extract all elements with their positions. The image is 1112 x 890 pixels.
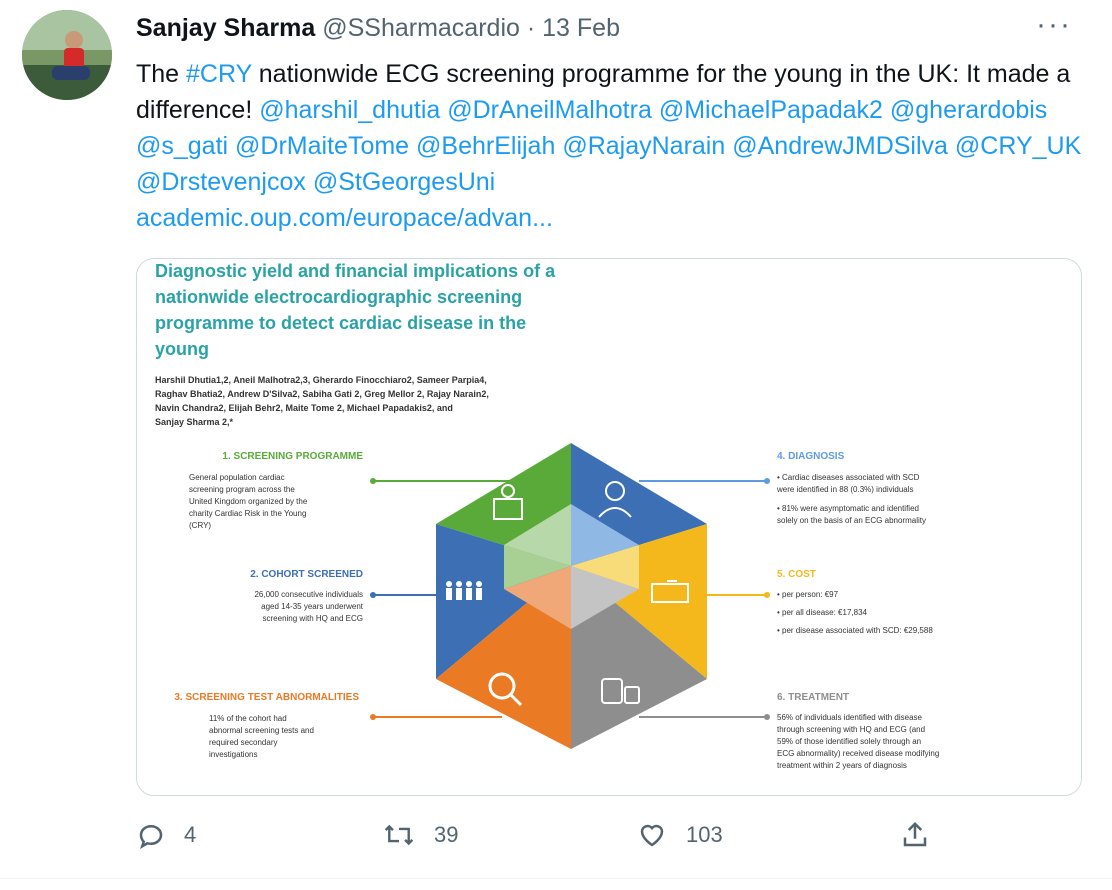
mention-link[interactable]: @DrAneilMalhotra	[447, 96, 652, 124]
tweet-header: Sanjay Sharma @SSharmacardio · 13 Feb	[136, 14, 620, 43]
mention-link[interactable]: @BehrElijah	[416, 132, 555, 160]
section-text: • per disease associated with SCD: €29,5…	[777, 626, 933, 635]
mention-link[interactable]: @RajayNarain	[562, 132, 725, 160]
like-count: 103	[686, 822, 723, 847]
section-text: were identified in 88 (0.3%) individuals	[776, 485, 914, 494]
section-title: 4. DIAGNOSIS	[777, 451, 845, 462]
section-text: • 81% were asymptomatic and identified	[777, 504, 919, 513]
hashtag-link[interactable]: #CRY	[186, 60, 252, 88]
ellipsis-icon[interactable]: ···	[1036, 8, 1072, 42]
tweet-date[interactable]: 13 Feb	[542, 14, 620, 42]
section-text: solely on the basis of an ECG abnormalit…	[777, 516, 926, 525]
section-text: • Cardiac diseases associated with SCD	[777, 473, 920, 482]
share-button[interactable]	[900, 815, 948, 855]
section-text: • per person: €97	[777, 590, 839, 599]
mention-link[interactable]: @harshil_dhutia	[259, 96, 440, 124]
card-title-line: Diagnostic yield and financial implicati…	[155, 261, 556, 281]
card-title-line: nationwide electrocardiographic screenin…	[155, 287, 522, 307]
card-title-line: young	[155, 339, 209, 359]
reply-button[interactable]: 4	[136, 815, 196, 855]
section-text: ECG abnormality) received disease modify…	[777, 749, 939, 758]
section-text: 59% of those identified solely through a…	[777, 737, 921, 746]
tweet[interactable]: Sanjay Sharma @SSharmacardio · 13 Feb ··…	[0, 0, 1112, 890]
card-author-line: Sanjay Sharma 2,*	[155, 417, 234, 427]
section-text: treatment within 2 years of diagnosis	[777, 761, 907, 770]
section-title: 3. SCREENING TEST ABNORMALITIES	[174, 692, 359, 703]
mention-link[interactable]: @gherardobis	[890, 96, 1047, 124]
section-text: General population cardiac	[189, 473, 285, 482]
tweet-text: The #CRY nationwide ECG screening progra…	[136, 56, 1086, 236]
section-text: through screening with HQ and ECG (and	[777, 725, 925, 734]
reply-icon	[139, 824, 163, 849]
mention-link[interactable]: @Drstevenjcox	[136, 168, 306, 196]
section-text: aged 14-35 years underwent	[261, 602, 364, 611]
tweet-actions: 4 39 103	[136, 815, 1080, 855]
mention-link[interactable]: @DrMaiteTome	[235, 132, 409, 160]
author-handle[interactable]: @SSharmacardio	[322, 14, 520, 42]
reply-count: 4	[184, 822, 197, 847]
author-name[interactable]: Sanjay Sharma	[136, 14, 315, 42]
section-text: United Kingdom organized by the	[189, 497, 308, 506]
section-text: abnormal screening tests and	[209, 726, 314, 735]
card-title-line: programme to detect cardiac disease in t…	[155, 313, 526, 333]
mention-link[interactable]: @AndrewJMDSilva	[732, 132, 948, 160]
heart-icon	[640, 824, 664, 847]
section-text: required secondary	[209, 738, 277, 747]
text-segment: The	[136, 60, 187, 88]
section-text: 56% of individuals identified with disea…	[777, 713, 923, 722]
card-author-line: Raghav Bhatia2, Andrew D'Silva2, Sabiha …	[155, 389, 489, 399]
like-button[interactable]: 103	[636, 815, 723, 855]
section-text: investigations	[209, 750, 257, 759]
section-title: 6. TREATMENT	[777, 692, 849, 703]
retweet-icon	[384, 824, 414, 846]
separator-dot: ·	[526, 14, 536, 42]
section-text: 11% of the cohort had	[209, 714, 287, 723]
card-author-line: Navin Chandra2, Elijah Behr2, Maite Tome…	[155, 403, 453, 413]
share-icon	[903, 821, 927, 847]
divider	[0, 878, 1112, 879]
section-title: 2. COHORT SCREENED	[250, 569, 363, 580]
section-text: screening program across the	[189, 485, 295, 494]
section-text: (CRY)	[189, 521, 211, 530]
retweet-button[interactable]: 39	[382, 815, 458, 855]
section-text: charity Cardiac Risk in the Young	[189, 509, 306, 518]
section-text: screening with HQ and ECG	[263, 614, 364, 623]
avatar[interactable]	[22, 10, 112, 100]
mention-link[interactable]: @CRY_UK	[955, 132, 1081, 160]
article-link[interactable]: academic.oup.com/europace/advan...	[136, 204, 553, 232]
mention-link[interactable]: @s_gati	[136, 132, 228, 160]
card-author-line: Harshil Dhutia1,2, Aneil Malhotra2,3, Gh…	[155, 375, 487, 385]
mention-link[interactable]: @MichaelPapadak2	[659, 96, 883, 124]
section-text: • per all disease: €17,834	[777, 608, 868, 617]
section-text: 26,000 consecutive individuals	[254, 590, 363, 599]
retweet-count: 39	[434, 822, 459, 847]
mention-link[interactable]: @StGeorgesUni	[313, 168, 495, 196]
media-image-card[interactable]: Diagnostic yield and financial implicati…	[136, 258, 1082, 796]
section-title: 1. SCREENING PROGRAMME	[222, 451, 363, 462]
section-title: 5. COST	[777, 569, 816, 580]
